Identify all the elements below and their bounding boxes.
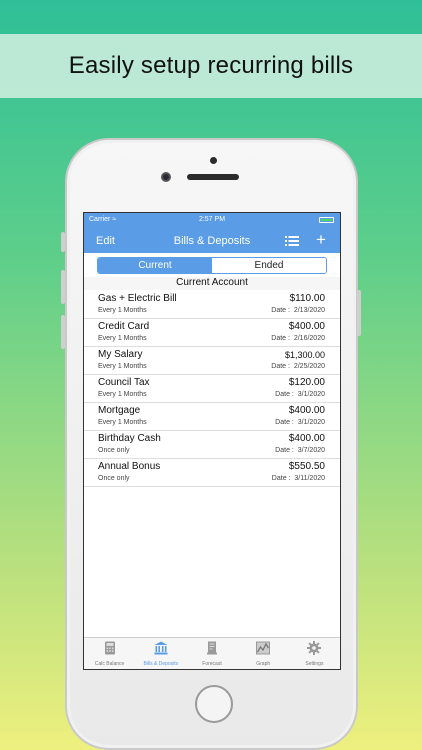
item-date: Date : 2/25/2020 (271, 363, 325, 370)
item-frequency: Every 1 Months (98, 335, 147, 342)
gear-icon (307, 641, 322, 655)
item-date: Date : 3/1/2020 (275, 391, 325, 398)
date-label: Date : (275, 419, 294, 426)
status-bar: Carrier ≈ 2:57 PM (84, 215, 340, 227)
bank-icon (154, 641, 168, 655)
status-segmented-control: Current Ended (97, 257, 327, 274)
tab-graph[interactable]: Graph (238, 638, 289, 669)
item-amount: $400.00 (288, 433, 325, 444)
segment-current[interactable]: Current (98, 258, 212, 273)
item-frequency: Once only (98, 447, 130, 454)
item-amount: $400.00 (288, 405, 325, 416)
list-item[interactable]: Gas + Electric Bill $110.00 Every 1 Mont… (84, 291, 340, 319)
item-name: Credit Card (98, 321, 150, 332)
item-name: My Salary (98, 349, 143, 360)
date-label: Date : (271, 307, 290, 314)
page-title: Bills & Deposits (173, 235, 251, 247)
chart-icon (256, 641, 271, 655)
item-name: Council Tax (98, 377, 150, 388)
item-name: Birthday Cash (98, 433, 161, 444)
calculator-icon (104, 641, 115, 655)
add-bill-button[interactable]: + (316, 231, 326, 248)
date-label: Date : (271, 335, 290, 342)
power-button (357, 290, 361, 336)
volume-down-button (61, 315, 65, 349)
front-sensor (210, 157, 217, 164)
item-amount: $120.00 (288, 377, 325, 388)
list-item[interactable]: Council Tax $120.00 Every 1 Months Date … (84, 375, 340, 403)
item-frequency: Every 1 Months (98, 419, 147, 426)
tab-bills-deposits[interactable]: Bills & Deposits (135, 638, 186, 669)
tab-settings[interactable]: Settings (289, 638, 340, 669)
tab-calc-balance[interactable]: Calc Balance (84, 638, 135, 669)
receipt-icon (207, 641, 217, 655)
bills-list: Gas + Electric Bill $110.00 Every 1 Mont… (84, 291, 340, 487)
date-value: 2/13/2020 (293, 307, 325, 314)
section-header: Current Account (84, 277, 340, 290)
segment-ended[interactable]: Ended (212, 258, 326, 273)
date-value: 2/16/2020 (293, 335, 325, 342)
tab-label: Settings (305, 661, 324, 667)
item-frequency: Once only (98, 475, 130, 482)
item-date: Date : 3/11/2020 (272, 475, 325, 482)
tab-forecast[interactable]: Forecast (186, 638, 237, 669)
date-label: Date : (271, 363, 290, 370)
item-name: Annual Bonus (98, 461, 161, 472)
tab-label: Forecast (202, 661, 222, 667)
list-icon[interactable] (285, 236, 299, 246)
navigation-bar: Carrier ≈ 2:57 PM Edit Bills & Deposits … (84, 213, 340, 253)
list-item[interactable]: Credit Card $400.00 Every 1 Months Date … (84, 319, 340, 347)
tab-bar: Calc Balance Bills & Deposits Forecast G… (84, 637, 340, 669)
item-frequency: Every 1 Months (98, 363, 147, 370)
item-amount: $110.00 (289, 293, 325, 304)
item-amount: $1,300.00 (284, 350, 325, 360)
front-camera (161, 172, 171, 182)
mute-switch (61, 232, 65, 252)
item-amount: $550.50 (288, 461, 325, 472)
battery-icon (319, 217, 334, 223)
date-value: 2/25/2020 (293, 363, 325, 370)
item-frequency: Every 1 Months (98, 307, 147, 314)
home-button[interactable] (195, 685, 233, 723)
list-item[interactable]: Annual Bonus $550.50 Once only Date : 3/… (84, 459, 340, 487)
tab-label: Bills & Deposits (143, 661, 179, 667)
list-item[interactable]: Birthday Cash $400.00 Once only Date : 3… (84, 431, 340, 459)
item-amount: $400.00 (288, 321, 325, 332)
item-date: Date : 2/16/2020 (271, 335, 325, 342)
item-date: Date : 3/7/2020 (275, 447, 325, 454)
status-time: 2:57 PM (198, 216, 226, 223)
app-screen: Carrier ≈ 2:57 PM Edit Bills & Deposits … (83, 212, 341, 670)
item-name: Gas + Electric Bill (98, 293, 177, 304)
date-value: 3/1/2020 (297, 419, 325, 426)
tab-label: Graph (256, 661, 271, 667)
tab-label: Calc Balance (94, 661, 125, 667)
item-name: Mortgage (98, 405, 141, 416)
date-label: Date : (275, 447, 294, 454)
date-value: 3/7/2020 (297, 447, 325, 454)
earpiece-speaker (187, 174, 239, 180)
list-item[interactable]: My Salary $1,300.00 Every 1 Months Date … (84, 347, 340, 375)
volume-up-button (61, 270, 65, 304)
date-label: Date : (271, 475, 291, 482)
promo-headline: Easily setup recurring bills (68, 52, 354, 79)
date-label: Date : (275, 391, 294, 398)
item-date: Date : 2/13/2020 (271, 307, 325, 314)
item-frequency: Every 1 Months (98, 391, 147, 398)
item-date: Date : 3/1/2020 (275, 419, 325, 426)
date-value: 3/1/2020 (297, 391, 325, 398)
list-item[interactable]: Mortgage $400.00 Every 1 Months Date : 3… (84, 403, 340, 431)
promo-banner: Easily setup recurring bills (0, 34, 422, 98)
date-value: 3/11/2020 (294, 475, 325, 482)
